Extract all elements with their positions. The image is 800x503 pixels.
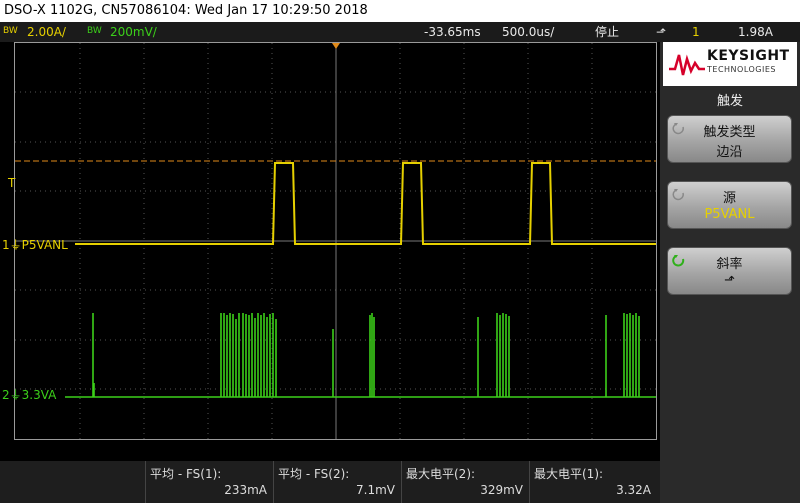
menu-title: 触发 [716, 94, 743, 109]
trigger-marker: T [8, 176, 16, 190]
ch1-label: P5VANL [21, 238, 68, 252]
keysight-logo: KEYSIGHT TECHNOLOGIES [663, 42, 797, 86]
softkey-label: 斜率 [716, 257, 743, 272]
ch1-trace [75, 162, 656, 245]
ch2-scale[interactable]: 200mV/ [110, 22, 157, 42]
softkey-slope[interactable]: 斜率 ⬏ [667, 247, 792, 295]
trigger-level: 1.98A [738, 25, 773, 39]
softkey-panel: KEYSIGHT TECHNOLOGIES 触发 触发类型 边沿 源 P5VAN… [660, 42, 800, 503]
horizontal-offset[interactable]: -33.65ms [424, 22, 481, 42]
ch1-number: 1 [2, 238, 10, 252]
ch1-marker[interactable]: 1⏚P5VANL [2, 236, 68, 253]
softkey-trigger-type[interactable]: 触发类型 边沿 [667, 115, 792, 163]
brand-name: KEYSIGHT [707, 48, 790, 64]
ch2-number: 2 [2, 388, 10, 402]
softkey-value: P5VANL [704, 207, 755, 222]
softkey-source[interactable]: 源 P5VANL [667, 181, 792, 229]
ch2-marker[interactable]: 2⏚3.3VA [2, 386, 56, 403]
measurement-label: 平均 - FS(2): [278, 467, 350, 481]
ch1-bw-indicator: BW [3, 26, 18, 36]
timebase[interactable]: 500.0us/ [502, 22, 554, 42]
ground-icon: ⏚ [9, 238, 22, 252]
measurement-max-ch1[interactable]: 最大电平(1): 3.32A [529, 461, 655, 503]
ch1-scale[interactable]: 2.00A/ [27, 22, 66, 42]
trigger-source: 1 [692, 25, 700, 39]
softkey-value: ⬏ [724, 273, 735, 288]
ch2-bw-indicator: BW [87, 26, 102, 36]
softkey-label: 触发类型 [703, 125, 756, 140]
softkey-value: 边沿 [716, 145, 743, 160]
waveform-display[interactable] [14, 42, 657, 440]
measurement-bar: 平均 - FS(1): 233mA 平均 - FS(2): 7.1mV 最大电平… [0, 461, 660, 503]
ch2-label: 3.3VA [21, 388, 57, 402]
measurement-value: 3.32A [616, 483, 651, 497]
run-state: 停止 [595, 25, 620, 39]
measurement-avg-ch1[interactable]: 平均 - FS(1): 233mA [145, 461, 271, 503]
measurement-label: 平均 - FS(1): [150, 467, 222, 481]
measurement-value: 233mA [224, 483, 267, 497]
keysight-wave-icon [669, 54, 705, 76]
ch2-trace [65, 313, 656, 398]
brand-sub: TECHNOLOGIES [707, 65, 776, 74]
measurement-avg-ch2[interactable]: 平均 - FS(2): 7.1mV [273, 461, 399, 503]
measurement-label: 最大电平(1): [534, 467, 604, 481]
trigger-position-marker [332, 43, 340, 49]
softkey-label: 源 [722, 191, 736, 206]
measurement-value: 7.1mV [356, 483, 395, 497]
measurement-value: 329mV [480, 483, 523, 497]
measurement-label: 最大电平(2): [406, 467, 476, 481]
waveform-svg [15, 43, 656, 439]
measurement-max-ch2[interactable]: 最大电平(2): 329mV [401, 461, 527, 503]
ground-icon: ⏚ [9, 388, 22, 402]
status-bar: BW 2.00A/ BW 200mV/ -33.65ms 500.0us/ 停止… [0, 22, 800, 42]
trigger-slope-icon: ⬏ [656, 25, 667, 39]
window-title: DSO-X 1102G, CN57086104: Wed Jan 17 10:2… [0, 0, 800, 22]
